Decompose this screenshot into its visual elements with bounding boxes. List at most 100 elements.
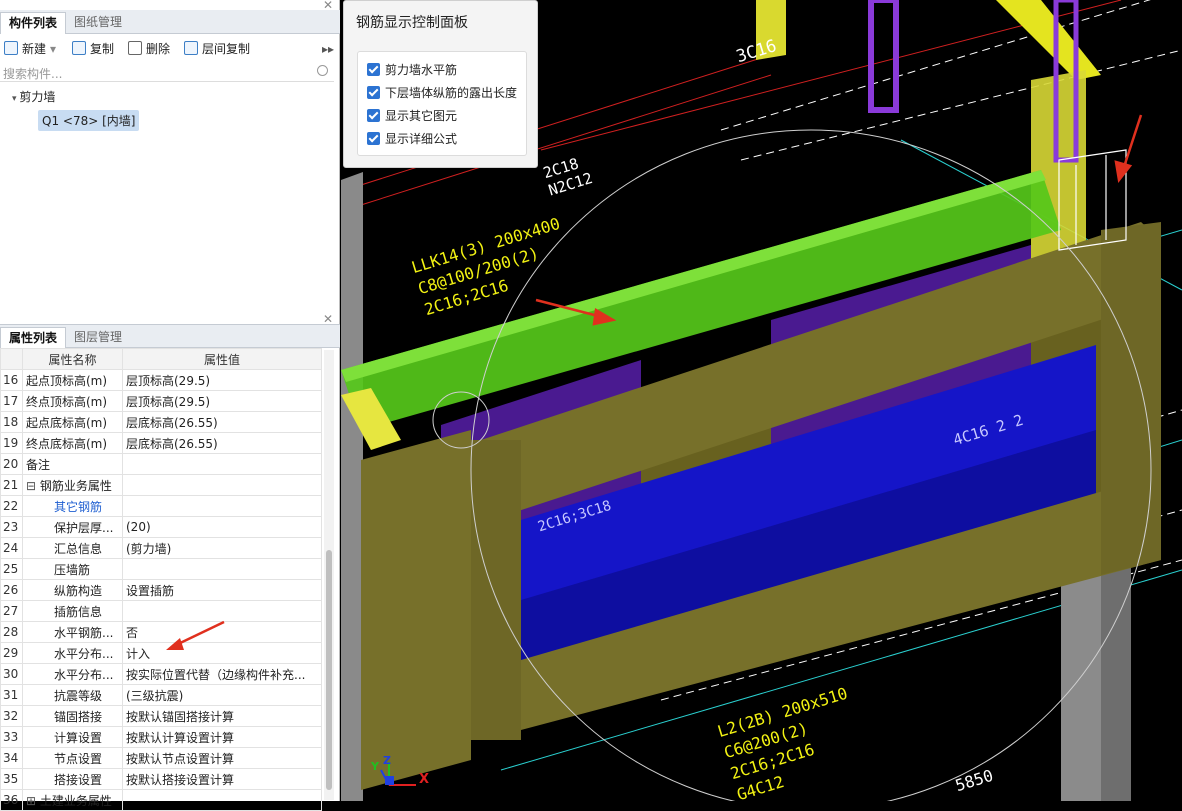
property-name[interactable]: 压墙筋 bbox=[22, 558, 123, 580]
property-name[interactable]: 终点底标高(m) bbox=[22, 432, 123, 454]
red-arrow-box-head bbox=[1114, 160, 1133, 183]
property-name[interactable]: 插筋信息 bbox=[22, 600, 123, 622]
tab-layer-management[interactable]: 图层管理 bbox=[66, 327, 130, 349]
checkbox-lower-rebar-length[interactable]: 下层墙体纵筋的露出长度 bbox=[367, 84, 517, 102]
more-icon[interactable]: ▸▸ bbox=[322, 40, 334, 58]
property-value[interactable]: (剪力墙) bbox=[122, 537, 322, 559]
property-value[interactable] bbox=[122, 495, 322, 517]
table-row[interactable]: 22 其它钢筋 bbox=[0, 495, 322, 517]
property-name[interactable]: 水平分布... bbox=[22, 663, 123, 685]
property-name[interactable]: 纵筋构造 bbox=[22, 579, 123, 601]
property-table: 属性名称 属性值 16 起点顶标高(m) 层顶标高(29.5) 17 终点顶标高(m) 层… bbox=[0, 348, 322, 811]
checkbox-icon[interactable] bbox=[367, 132, 380, 145]
purple-frame-top bbox=[868, 0, 899, 113]
table-header-row: 属性名称 属性值 bbox=[0, 348, 322, 370]
table-row[interactable]: 16 起点顶标高(m) 层顶标高(29.5) bbox=[0, 369, 322, 391]
property-value[interactable]: 按默认搭接设置计算 bbox=[122, 768, 322, 790]
axis-z-label: Z bbox=[383, 754, 391, 767]
dropdown-icon[interactable]: ▾ bbox=[50, 42, 56, 56]
property-value[interactable]: 设置插筋 bbox=[122, 579, 322, 601]
property-value[interactable] bbox=[122, 789, 322, 811]
checkbox-icon[interactable] bbox=[367, 63, 380, 76]
table-row[interactable]: 21 ⊟ 钢筋业务属性 bbox=[0, 474, 322, 496]
row-number: 27 bbox=[0, 600, 23, 622]
table-row[interactable]: 31 抗震等级 (三级抗震) bbox=[0, 684, 322, 706]
table-row[interactable]: 24 汇总信息 (剪力墙) bbox=[0, 537, 322, 559]
row-number: 17 bbox=[0, 390, 23, 412]
tab-component-list[interactable]: 构件列表 bbox=[0, 12, 67, 34]
table-row[interactable]: 32 锚固搭接 按默认锚固搭接计算 bbox=[0, 705, 322, 727]
collapse-icon[interactable]: ⊟ bbox=[26, 479, 40, 493]
table-row[interactable]: 30 水平分布... 按实际位置代替（边缘构件补充... bbox=[0, 663, 322, 685]
property-name[interactable]: 锚固搭接 bbox=[22, 705, 123, 727]
checkbox-show-other-elements[interactable]: 显示其它图元 bbox=[367, 107, 457, 125]
row-number: 31 bbox=[0, 684, 23, 706]
property-value[interactable]: 层顶标高(29.5) bbox=[122, 369, 322, 391]
property-name[interactable]: 搭接设置 bbox=[22, 768, 123, 790]
checkbox-shear-wall-horizontal[interactable]: 剪力墙水平筋 bbox=[367, 61, 457, 79]
component-search[interactable]: 搜索构件... bbox=[0, 62, 334, 82]
tab-property-list[interactable]: 属性列表 bbox=[0, 327, 67, 349]
property-name[interactable]: 汇总信息 bbox=[22, 537, 123, 559]
panel-title: 钢筋显示控制面板 bbox=[356, 15, 468, 31]
property-value[interactable]: 按默认锚固搭接计算 bbox=[122, 705, 322, 727]
property-name[interactable]: 起点顶标高(m) bbox=[22, 369, 123, 391]
tab-drawing-management[interactable]: 图纸管理 bbox=[66, 12, 130, 34]
property-name[interactable]: 抗震等级 bbox=[22, 684, 123, 706]
close-icon[interactable]: ✕ bbox=[323, 0, 333, 12]
row-number: 23 bbox=[0, 516, 23, 538]
close-icon[interactable]: ✕ bbox=[323, 312, 333, 326]
table-row[interactable]: 18 起点底标高(m) 层底标高(26.55) bbox=[0, 411, 322, 433]
table-row[interactable]: 17 终点顶标高(m) 层顶标高(29.5) bbox=[0, 390, 322, 412]
property-value[interactable]: (三级抗震) bbox=[122, 684, 322, 706]
checkbox-icon[interactable] bbox=[367, 109, 380, 122]
property-value[interactable]: 层底标高(26.55) bbox=[122, 432, 322, 454]
delete-button[interactable]: 删除 bbox=[128, 40, 170, 58]
checkbox-show-formula[interactable]: 显示详细公式 bbox=[367, 130, 457, 148]
property-name[interactable]: 备注 bbox=[22, 453, 123, 475]
new-icon bbox=[4, 41, 18, 55]
property-value[interactable]: 按实际位置代替（边缘构件补充... bbox=[122, 663, 322, 685]
property-name[interactable]: ⊞ 土建业务属性 bbox=[22, 789, 123, 811]
checkbox-icon[interactable] bbox=[367, 86, 380, 99]
table-row[interactable]: 25 压墙筋 bbox=[0, 558, 322, 580]
tree-group-shear-wall[interactable]: ▾ 剪力墙 bbox=[12, 88, 55, 105]
table-row[interactable]: 23 保护层厚... (20) bbox=[0, 516, 322, 538]
search-input[interactable]: 搜索构件... bbox=[3, 65, 62, 82]
table-row[interactable]: 26 纵筋构造 设置插筋 bbox=[0, 579, 322, 601]
property-name[interactable]: 节点设置 bbox=[22, 747, 123, 769]
vertical-scrollbar[interactable] bbox=[324, 350, 334, 800]
table-row[interactable]: 20 备注 bbox=[0, 453, 322, 475]
new-button[interactable]: 新建 ▾ bbox=[4, 40, 56, 58]
row-number: 36 bbox=[0, 789, 23, 811]
property-name[interactable]: 水平钢筋... bbox=[22, 621, 123, 643]
property-value[interactable] bbox=[122, 558, 322, 580]
copy-button[interactable]: 复制 bbox=[72, 40, 114, 58]
table-row[interactable]: 33 计算设置 按默认计算设置计算 bbox=[0, 726, 322, 748]
search-icon[interactable] bbox=[317, 65, 328, 76]
wall-left-section bbox=[361, 430, 471, 790]
row-number: 30 bbox=[0, 663, 23, 685]
table-row[interactable]: 35 搭接设置 按默认搭接设置计算 bbox=[0, 768, 322, 790]
property-value[interactable]: 层底标高(26.55) bbox=[122, 411, 322, 433]
property-value[interactable] bbox=[122, 474, 322, 496]
property-value[interactable] bbox=[122, 453, 322, 475]
property-value[interactable]: 按默认节点设置计算 bbox=[122, 747, 322, 769]
property-value[interactable]: 按默认计算设置计算 bbox=[122, 726, 322, 748]
property-value[interactable]: (20) bbox=[122, 516, 322, 538]
property-value[interactable]: 层顶标高(29.5) bbox=[122, 390, 322, 412]
property-name[interactable]: 水平分布... bbox=[22, 642, 123, 664]
property-name[interactable]: ⊟ 钢筋业务属性 bbox=[22, 474, 123, 496]
property-name[interactable]: 保护层厚... bbox=[22, 516, 123, 538]
table-row[interactable]: 34 节点设置 按默认节点设置计算 bbox=[0, 747, 322, 769]
row-number: 32 bbox=[0, 705, 23, 727]
table-row[interactable]: 36 ⊞ 土建业务属性 bbox=[0, 789, 322, 811]
property-name[interactable]: 起点底标高(m) bbox=[22, 411, 123, 433]
scrollbar-thumb[interactable] bbox=[326, 550, 332, 790]
tree-item-q1[interactable]: Q1 <78> [内墙] bbox=[38, 110, 140, 131]
property-name[interactable]: 其它钢筋 bbox=[22, 495, 123, 517]
property-name[interactable]: 计算设置 bbox=[22, 726, 123, 748]
table-row[interactable]: 19 终点底标高(m) 层底标高(26.55) bbox=[0, 432, 322, 454]
floor-copy-button[interactable]: 层间复制 bbox=[184, 40, 250, 58]
property-name[interactable]: 终点顶标高(m) bbox=[22, 390, 123, 412]
